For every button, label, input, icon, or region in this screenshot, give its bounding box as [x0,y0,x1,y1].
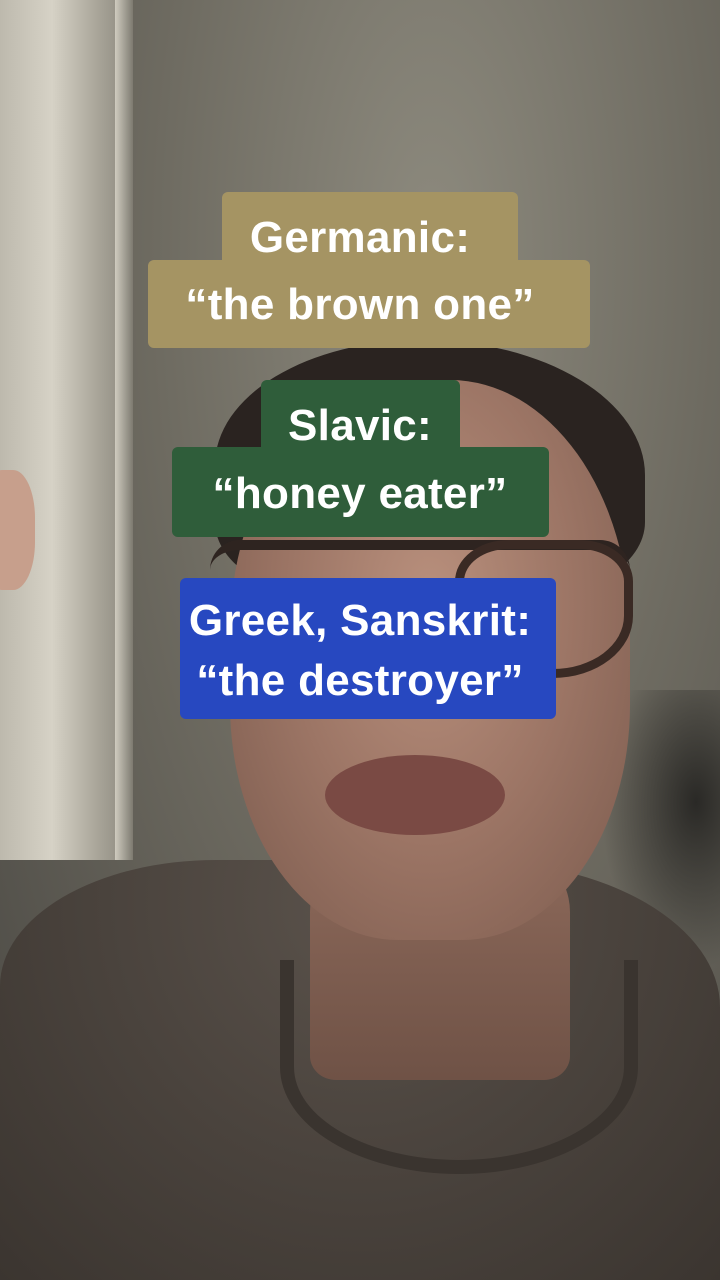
video-frame: Germanic: “the brown one” Slavic: “honey… [0,0,720,1280]
caption-greek-line1: Greek, Sanskrit: [188,596,532,645]
caption-greek-line2: “the destroyer” [196,656,524,705]
caption-slavic-line1: Slavic: [288,401,432,450]
shirt-collar [280,960,638,1174]
caption-germanic-line1: Germanic: [249,213,471,262]
caption-slavic-line2: “honey eater” [212,469,508,518]
caption-germanic-line2: “the brown one” [185,280,535,329]
mouth [325,755,505,835]
